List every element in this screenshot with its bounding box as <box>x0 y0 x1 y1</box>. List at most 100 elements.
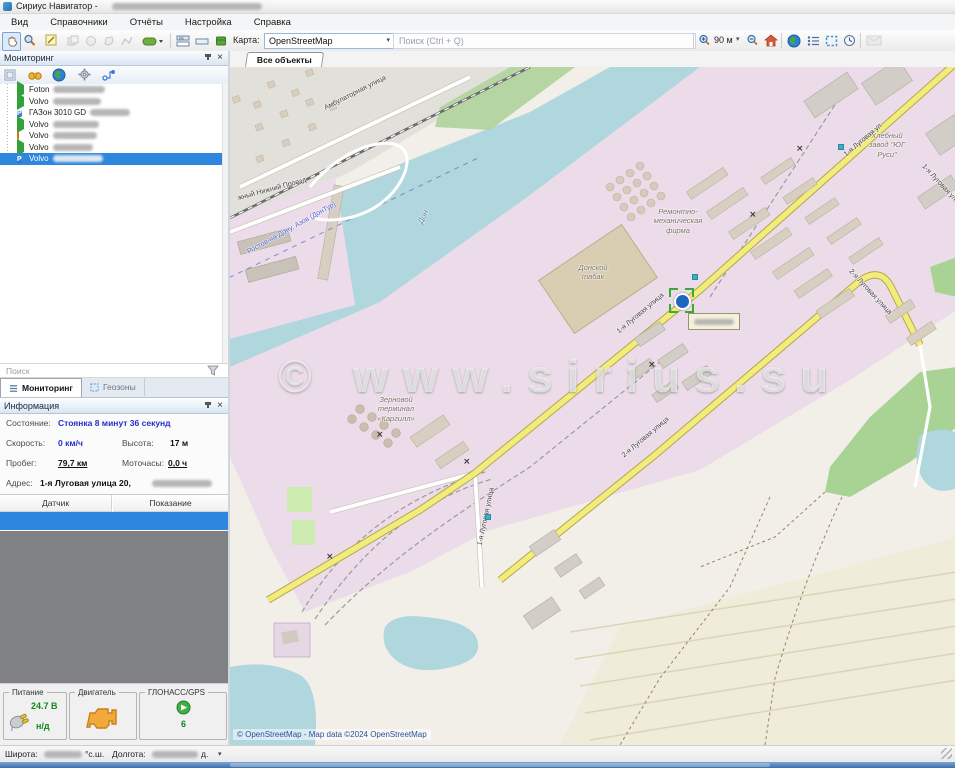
vehicle-search-input[interactable]: Поиск <box>0 363 228 378</box>
vehicle-position-dot <box>674 293 691 310</box>
menu-vid[interactable]: Вид <box>0 17 39 28</box>
globe-icon <box>787 34 801 48</box>
vehicle-marker-selected[interactable] <box>669 288 694 313</box>
vehicle-name: Volvo <box>29 131 49 140</box>
info-panel-title: Информация <box>4 401 59 411</box>
message-button[interactable] <box>864 32 884 49</box>
tab-geozones-label: Геозоны <box>103 382 136 392</box>
zoom-in-icon <box>698 34 711 47</box>
pin-icon[interactable] <box>203 54 213 64</box>
map-provider-combo[interactable]: OpenStreetMap ▾ <box>264 33 394 49</box>
window-title: Сириус Навигатор - <box>16 0 98 13</box>
circle-tool-button[interactable] <box>82 32 99 49</box>
plug-icon <box>6 707 32 731</box>
vehicle-name: Volvo <box>29 120 49 129</box>
legend-button[interactable] <box>805 32 822 49</box>
monitoring-panel-title: Мониторинг <box>4 53 54 63</box>
zoom-in-button[interactable] <box>696 32 713 49</box>
selection-frame-icon <box>825 35 838 47</box>
layout-bar-icon <box>195 35 209 47</box>
select-area-button[interactable] <box>823 32 840 49</box>
home-view-button[interactable] <box>762 32 779 49</box>
svg-text:×: × <box>326 552 334 562</box>
track-color-dropdown[interactable] <box>140 32 166 49</box>
vehicle-row[interactable]: Volvo <box>0 130 222 142</box>
engine-gauge-label: Двигатель <box>75 688 119 697</box>
tab-geozones[interactable]: Геозоны <box>82 378 145 396</box>
zoom-tool-button[interactable] <box>21 32 38 49</box>
mileage-value[interactable]: 79,7 км <box>58 458 87 468</box>
status-moving-icon <box>17 143 26 152</box>
sensor-row-selected[interactable]: Топливо 3812 л; t°: 5 °C <box>0 512 228 530</box>
sidebar: Мониторинг × Foton Volvo <box>0 51 229 745</box>
engine-gauge: Двигатель <box>69 692 137 740</box>
hours-label: Моточасы: <box>122 458 164 468</box>
expand-plus-icon <box>4 69 16 81</box>
vehicle-row[interactable]: Volvo <box>0 96 222 108</box>
show-on-map-button[interactable] <box>52 68 66 82</box>
pin-icon[interactable] <box>203 402 213 412</box>
speed-label: Скорость: <box>6 438 45 448</box>
globe-green-icon <box>52 68 66 82</box>
route-icon <box>102 69 116 81</box>
tab-monitoring[interactable]: Мониторинг <box>0 378 82 397</box>
global-search-input[interactable]: Поиск (Ctrl + Q) <box>393 33 696 49</box>
latitude-suffix: °с.ш. <box>85 746 104 763</box>
polyline-tool-button[interactable] <box>118 32 135 49</box>
bus-stop-icon <box>485 514 491 520</box>
vehicle-map-label[interactable] <box>688 313 740 330</box>
vehicle-row[interactable]: P ГАЗон 3010 GD <box>0 107 222 119</box>
plate-redacted <box>53 155 103 162</box>
history-time-button[interactable] <box>841 32 858 49</box>
settings-button[interactable] <box>78 68 92 82</box>
panel-layout-button[interactable]: btn <box>174 32 191 49</box>
close-icon[interactable]: × <box>214 399 226 413</box>
vehicle-row-selected[interactable]: P Volvo <box>0 153 222 165</box>
menu-spravka[interactable]: Справка <box>243 17 302 28</box>
vehicle-row[interactable]: Volvo <box>0 142 222 154</box>
filter-button[interactable] <box>207 365 223 377</box>
cargo-button[interactable] <box>212 32 229 49</box>
map-tab-all-objects[interactable]: Все объекты <box>245 52 324 68</box>
coords-caret-icon[interactable]: ▾ <box>218 746 222 763</box>
area-label: Донской табак <box>558 263 628 282</box>
group-tool-button[interactable] <box>64 32 81 49</box>
sensor-col-header[interactable]: Датчик <box>0 495 112 512</box>
gps-globe-icon <box>176 700 191 715</box>
close-icon[interactable]: × <box>214 51 226 65</box>
map-objects-button[interactable] <box>785 32 802 49</box>
taskbar-active-window <box>230 763 770 767</box>
vehicle-map-label-redacted <box>694 319 734 325</box>
vehicle-row[interactable]: Volvo <box>0 119 222 131</box>
longitude-suffix: д. <box>201 746 208 763</box>
map-view[interactable]: ×××××× Амбулаторная улица жный Нижний Пр… <box>230 67 955 745</box>
expand-all-button[interactable] <box>4 68 18 82</box>
zoom-scale-value[interactable]: 90 м <box>714 35 733 45</box>
menu-otchety[interactable]: Отчёты <box>119 17 174 28</box>
longitude-redacted <box>152 751 198 758</box>
plate-redacted <box>53 132 97 139</box>
gps-satellites-value: 6 <box>181 719 186 729</box>
gear-icon <box>78 68 91 81</box>
find-vehicle-button[interactable] <box>28 68 42 82</box>
menu-spravochniki[interactable]: Справочники <box>39 17 119 28</box>
resize-grip[interactable] <box>941 748 952 759</box>
value-col-header[interactable]: Показание <box>113 495 228 512</box>
panel-wide-button[interactable] <box>193 32 210 49</box>
hours-value[interactable]: 0,0 ч <box>168 458 187 468</box>
power-gauge-label: Питание <box>9 688 47 697</box>
menu-bar: Вид Справочники Отчёты Настройка Справка <box>0 14 955 30</box>
info-panel-header: Информация × <box>0 399 228 414</box>
clock-icon <box>843 34 856 47</box>
zoom-scale-caret-icon[interactable]: ▾ <box>736 35 740 43</box>
vehicle-row[interactable]: Foton <box>0 84 222 96</box>
edit-note-button[interactable] <box>43 32 60 49</box>
route-button[interactable] <box>102 68 116 82</box>
polygon-tool-button[interactable] <box>100 32 117 49</box>
zoom-out-button[interactable] <box>744 32 761 49</box>
magnifier-icon <box>23 34 36 47</box>
vehicle-tree: Foton Volvo P ГАЗон 3010 GD Volvo Volvo … <box>0 84 222 364</box>
menu-nastroyka[interactable]: Настройка <box>174 17 243 28</box>
pan-tool-button[interactable] <box>2 32 21 51</box>
polyline-icon <box>121 35 133 47</box>
